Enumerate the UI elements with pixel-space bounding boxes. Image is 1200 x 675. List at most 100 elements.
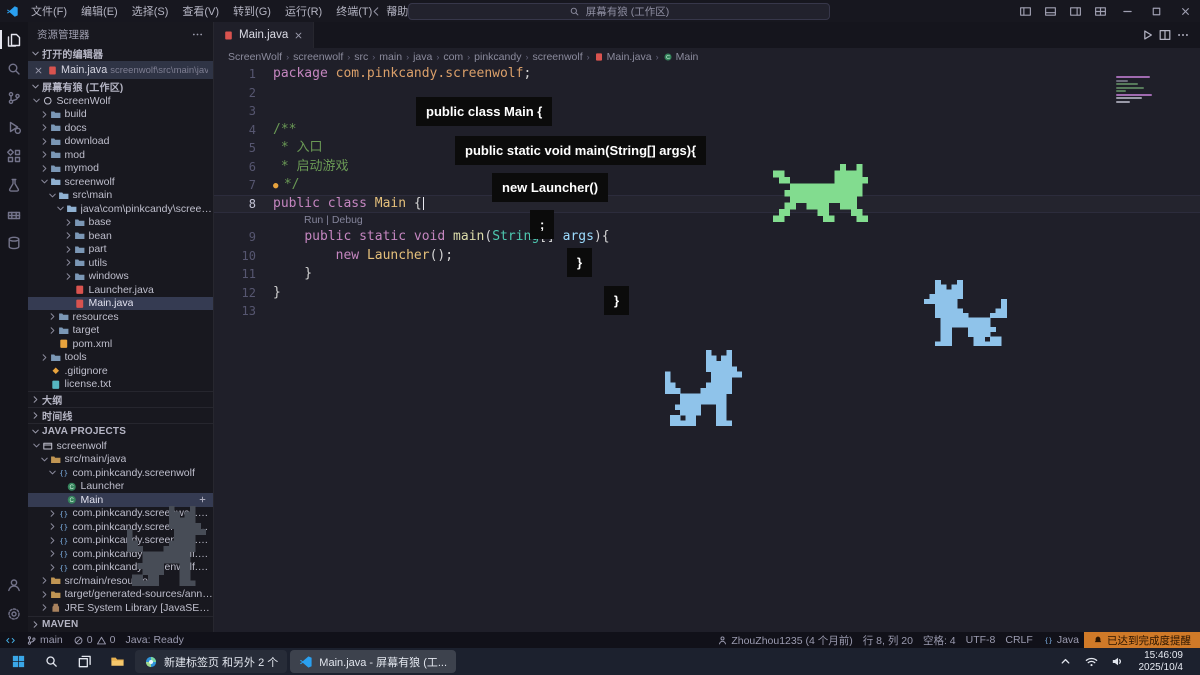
taskbar-app-browser[interactable]: 新建标签页 和另外 2 个 — [135, 650, 287, 673]
tree-item-utils[interactable]: utils — [28, 256, 213, 270]
cursor-position[interactable]: 行 8, 列 20 — [858, 632, 918, 648]
tree-item-mymod[interactable]: mymod — [28, 162, 213, 176]
menu-item-0[interactable]: 文件(F) — [24, 0, 74, 22]
tree-item-java-com-pinkcandy-screenwolf[interactable]: java\com\pinkcandy\screenwolf — [28, 202, 213, 216]
line-number[interactable]: 1 — [214, 65, 273, 84]
tree-item-com-pinkcandy-screenwolf-windows[interactable]: {}com.pinkcandy.screenwolf.windows — [28, 561, 213, 575]
tree-item-pom-xml[interactable]: pom.xml — [28, 337, 213, 351]
tree-item-com-pinkcandy-screenwolf[interactable]: {}com.pinkcandy.screenwolf — [28, 466, 213, 480]
activity-search[interactable] — [0, 54, 28, 83]
section-open-editors[interactable]: 打开的编辑器 — [28, 46, 213, 61]
tree-item-gitignore[interactable]: .gitignore — [28, 364, 213, 378]
menu-item-3[interactable]: 查看(V) — [175, 0, 226, 22]
layout-sidebar-right-toggle[interactable] — [1063, 0, 1088, 22]
line-number[interactable]: 6 — [214, 158, 273, 177]
language-mode[interactable]: {} Java — [1038, 632, 1084, 648]
taskbar-file-explorer[interactable] — [102, 650, 132, 673]
tree-item-jre-system-library-javase-21[interactable]: JRE System Library [JavaSE-21] — [28, 601, 213, 615]
indent-setting[interactable]: 空格: 4 — [918, 632, 961, 648]
eol-setting[interactable]: CRLF — [1000, 632, 1037, 648]
plus-action[interactable] — [197, 494, 213, 505]
layout-grid-toggle[interactable] — [1088, 0, 1113, 22]
tray-chevron-up[interactable] — [1054, 650, 1078, 673]
code-line-9[interactable]: 9 public static void main(String[] args)… — [214, 228, 1200, 247]
tree-item-windows[interactable]: windows — [28, 270, 213, 284]
activity-database[interactable] — [0, 228, 28, 257]
tree-item-mod[interactable]: mod — [28, 148, 213, 162]
taskbar-task-view[interactable] — [69, 650, 99, 673]
code-line-8[interactable]: 8public class Main { — [214, 195, 1200, 214]
code-line-6[interactable]: 6 * 启动游戏 — [214, 158, 1200, 177]
code-line-4[interactable]: 4/** — [214, 121, 1200, 140]
tree-item-com-pinkcandy-screenwolf-utils[interactable]: {}com.pinkcandy.screenwolf.utils — [28, 547, 213, 561]
menu-item-1[interactable]: 编辑(E) — [74, 0, 125, 22]
close-icon[interactable] — [33, 65, 44, 76]
breadcrumb-screenwolf[interactable]: screenwolf — [293, 51, 343, 63]
code-line-2[interactable]: 2 — [214, 84, 1200, 103]
editor-action-play-outline[interactable] — [1140, 28, 1154, 42]
branch-status[interactable]: main — [21, 632, 68, 648]
breadcrumb-java[interactable]: java — [413, 51, 432, 63]
problems-status[interactable]: 0 0 — [68, 632, 121, 648]
tree-item-base[interactable]: base — [28, 216, 213, 230]
section-timeline[interactable]: 时间线 — [28, 407, 213, 423]
layout-sidebar-toggle[interactable] — [1013, 0, 1038, 22]
activity-explorer[interactable] — [0, 25, 28, 54]
line-number[interactable]: 5 — [214, 139, 273, 158]
tree-item-launcher[interactable]: CLauncher — [28, 480, 213, 494]
command-center-search[interactable]: 屏幕有狼 (工作区) — [408, 3, 830, 20]
section-java-projects[interactable]: JAVA PROJECTS — [28, 423, 213, 439]
tree-item-src-main-resources[interactable]: src/main/resources — [28, 574, 213, 588]
tree-item-tools[interactable]: tools — [28, 351, 213, 365]
codelens-run[interactable]: Run — [304, 214, 323, 226]
tree-item-download[interactable]: download — [28, 135, 213, 149]
close-tab-icon[interactable] — [293, 30, 304, 41]
line-number[interactable]: 13 — [214, 302, 273, 321]
codelens-debug[interactable]: Debug — [332, 214, 363, 226]
tree-item-target-generated-sources-annotations[interactable]: target/generated-sources/annotations — [28, 588, 213, 602]
line-number[interactable]: 4 — [214, 121, 273, 140]
open-editor-main-java[interactable]: Main.java screenwolf\src\main\java\com\.… — [28, 61, 213, 79]
activity-run-debug[interactable] — [0, 112, 28, 141]
minimap[interactable] — [1116, 76, 1162, 103]
minimize-button[interactable] — [1113, 0, 1142, 22]
activity-testing[interactable] — [0, 170, 28, 199]
section-workspace[interactable]: 屏幕有狼 (工作区) — [28, 79, 213, 94]
tab-main-java[interactable]: Main.java — [214, 22, 314, 48]
explorer-more-actions-icon[interactable] — [191, 28, 204, 41]
taskbar-windows[interactable] — [3, 650, 33, 673]
section-outline[interactable]: 大纲 — [28, 391, 213, 407]
code-line-11[interactable]: 11 } — [214, 265, 1200, 284]
taskbar-clock[interactable]: 15:46:09 2025/10/4 — [1132, 650, 1191, 673]
breadcrumb-main[interactable]: main — [379, 51, 402, 63]
code-line-13[interactable]: 13 — [214, 302, 1200, 321]
code-line-7[interactable]: 7● */ — [214, 176, 1200, 195]
tree-item-screenwolf[interactable]: screenwolf — [28, 439, 213, 453]
tray-volume[interactable] — [1106, 650, 1130, 673]
tree-item-bean[interactable]: bean — [28, 229, 213, 243]
code-line-10[interactable]: 10 new Launcher(); — [214, 247, 1200, 266]
tree-item-build[interactable]: build — [28, 108, 213, 122]
line-number[interactable]: 3 — [214, 102, 273, 121]
tree-item-target[interactable]: target — [28, 324, 213, 338]
activity-settings[interactable] — [0, 599, 28, 628]
layout-panel-toggle[interactable] — [1038, 0, 1063, 22]
code-line-1[interactable]: 1package com.pinkcandy.screenwolf; — [214, 65, 1200, 84]
tree-item-license-txt[interactable]: license.txt — [28, 378, 213, 392]
activity-source-control[interactable] — [0, 83, 28, 112]
breadcrumb-pinkcandy[interactable]: pinkcandy — [474, 51, 521, 63]
breadcrumb-main-java[interactable]: Main.java — [594, 51, 652, 63]
taskbar-search[interactable] — [36, 650, 66, 673]
tree-item-docs[interactable]: docs — [28, 121, 213, 135]
editor-action-ellipsis[interactable] — [1176, 28, 1190, 42]
tree-item-main[interactable]: CMain — [28, 493, 213, 507]
activity-extensions[interactable] — [0, 141, 28, 170]
tree-item-com-pinkcandy-screenwolf-base[interactable]: {}com.pinkcandy.screenwolf.base — [28, 507, 213, 521]
java-ready-status[interactable]: Java: Ready — [120, 632, 188, 648]
encoding-setting[interactable]: UTF-8 — [961, 632, 1001, 648]
tree-item-screenwolf[interactable]: screenwolf — [28, 175, 213, 189]
menu-item-2[interactable]: 选择(S) — [125, 0, 176, 22]
line-number[interactable]: 9 — [214, 228, 273, 247]
activity-account[interactable] — [0, 570, 28, 599]
tree-item-com-pinkcandy-screenwolf-bean[interactable]: {}com.pinkcandy.screenwolf.bean — [28, 520, 213, 534]
